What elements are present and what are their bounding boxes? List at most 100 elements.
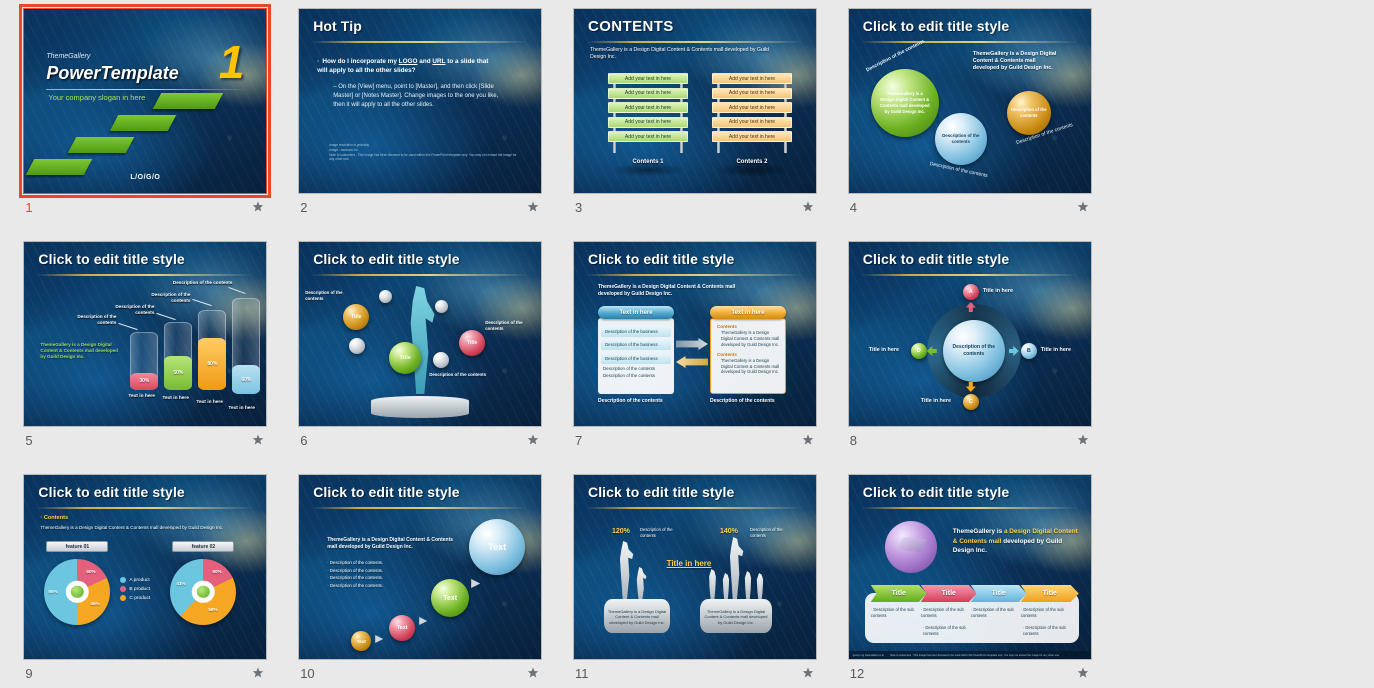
pie2-value-c: 58% [208, 607, 218, 612]
node-silver-2 [435, 300, 449, 313]
slide-meta-3: 3 [573, 194, 817, 218]
laptop-icon [896, 537, 927, 553]
slide-canvas-3[interactable]: CONTENTS ThemeGallery is a Design Digita… [572, 8, 817, 194]
sub-text: Description of the sub contents [1020, 607, 1064, 619]
slide-thumb-4[interactable]: Click to edit title style ThemeGallery i… [832, 8, 1107, 241]
silhouette-child-left [636, 567, 647, 603]
star-animation-icon[interactable] [1076, 200, 1090, 214]
slide-canvas-10[interactable]: Click to edit title style ThemeGallery i… [298, 474, 543, 660]
paragraph: ThemeGallery is a Design Digital Content… [953, 527, 1079, 556]
leader-1 [118, 322, 139, 331]
step-1 [26, 159, 93, 175]
slide-meta-5: 5 [23, 427, 267, 451]
slogan-text: Your company slogan in here [48, 93, 146, 102]
star-animation-icon[interactable] [251, 666, 265, 680]
star-animation-icon[interactable] [526, 200, 540, 214]
tab-feature-01[interactable]: feature 01 [46, 541, 109, 552]
slide-thumb-6[interactable]: Click to edit title style Description of… [283, 241, 558, 474]
star-animation-icon[interactable] [526, 433, 540, 447]
star-animation-icon[interactable] [251, 200, 265, 214]
sphere-orange-text: Text [351, 631, 372, 651]
slide-meta-2: 2 [298, 194, 542, 218]
star-animation-icon[interactable] [801, 433, 815, 447]
para-c: Contents mall [959, 537, 1002, 545]
laptop-badge-icon [884, 521, 937, 573]
slide-meta-9: 9 [23, 660, 267, 684]
sub-text: Description of the sub contents [922, 625, 966, 637]
bullet-primary: · How do I incorporate my LOGO and URL to… [317, 58, 489, 75]
signpost-right: Add your text in here Add your text in h… [711, 73, 792, 153]
slide-canvas-4[interactable]: Click to edit title style ThemeGallery i… [847, 8, 1092, 194]
sphere-green: ThemeGallery is a Design Digital Content… [870, 69, 939, 137]
sub-text-4b: · Description of the sub contents [1022, 625, 1066, 637]
title-rule [585, 41, 804, 43]
slide-thumb-5[interactable]: Click to edit title style ThemeGallery i… [8, 241, 283, 474]
left-card: Description of the business Description … [597, 318, 674, 394]
leader-3 [192, 298, 213, 307]
slide-canvas-11[interactable]: Click to edit title style 120% Descripti… [572, 474, 817, 660]
slide-thumb-8[interactable]: Click to edit title style Description of… [832, 241, 1107, 474]
slide-meta-7: 7 [573, 427, 817, 451]
slide-thumb-7[interactable]: Click to edit title style ThemeGallery i… [558, 241, 833, 474]
right-body: ThemeGallery is a Design Digital Content… [720, 357, 780, 375]
star-animation-icon[interactable] [1076, 433, 1090, 447]
node-a: A [962, 284, 979, 300]
slide-thumb-11[interactable]: Click to edit title style 120% Descripti… [558, 474, 833, 688]
chevron-3: Title [970, 585, 1027, 602]
slide-thumb-12[interactable]: Click to edit title style ThemeGallery i… [832, 474, 1107, 688]
contents-label-text: Contents [43, 515, 69, 521]
pct-right: 140% [719, 528, 738, 535]
star-animation-icon[interactable] [801, 666, 815, 680]
center-title: Title in here [666, 559, 712, 568]
cylinder-3: 80% [198, 310, 227, 390]
chevron-2: Title [920, 585, 977, 602]
slide-number: 12 [849, 665, 865, 681]
node-red: Title [459, 330, 486, 356]
star-animation-icon[interactable] [801, 200, 815, 214]
slide-canvas-2[interactable]: Hot Tip · How do I incorporate my LOGO an… [298, 8, 543, 194]
tab-feature-02[interactable]: feature 02 [172, 541, 235, 552]
footer-bar: gooey mg www.slides.co.kr Note to custom… [848, 651, 1091, 659]
slide-thumb-3[interactable]: CONTENTS ThemeGallery is a Design Digita… [558, 8, 833, 241]
label-left: Description of the contents [305, 290, 343, 301]
star-animation-icon[interactable] [251, 433, 265, 447]
foot-left: Description of the contents [597, 398, 663, 404]
slide-canvas-7[interactable]: Click to edit title style ThemeGallery i… [572, 241, 817, 427]
bullet-item: · Description of the contents. [327, 575, 384, 581]
sub-text-2b: · Description of the sub contents [922, 625, 966, 637]
label-right: Description of the contents [485, 320, 523, 331]
left-item: Description of the business [600, 352, 671, 364]
slide-canvas-9[interactable]: Click to edit title style · Contents The… [23, 474, 268, 660]
slide-canvas-1[interactable]: 1 ThemeGallery PowerTemplate Your compan… [19, 4, 272, 198]
cyl-label-4: Text in here [228, 406, 255, 411]
legend-label: B product [129, 586, 150, 592]
paragraph: ThemeGallery is a Design Digital Content… [327, 537, 454, 550]
slide-title: CONTENTS [587, 18, 674, 35]
donut-center-dot [197, 585, 210, 599]
slide-title: Click to edit title style [587, 484, 735, 500]
slide-thumb-10[interactable]: Click to edit title style ThemeGallery i… [283, 474, 558, 688]
step-4 [153, 93, 224, 109]
paragraph: ThemeGallery is a Design Digital Content… [972, 51, 1057, 72]
slide-meta-1: 1 [23, 194, 267, 218]
slide-number: 4 [849, 199, 858, 215]
slide-number: 7 [574, 432, 583, 448]
star-animation-icon[interactable] [526, 666, 540, 680]
node-silver-1 [379, 290, 393, 303]
right-body: ThemeGallery is a Design Digital Content… [720, 330, 780, 347]
title-rule [311, 274, 530, 276]
slide-thumb-9[interactable]: Click to edit title style · Contents The… [8, 474, 283, 688]
cylinder-chart-slide: Click to edit title style ThemeGallery i… [24, 242, 267, 426]
slide-thumb-1[interactable]: 1 ThemeGallery PowerTemplate Your compan… [8, 4, 283, 241]
star-animation-icon[interactable] [1076, 666, 1090, 680]
slide-thumb-2[interactable]: Hot Tip · How do I incorporate my LOGO an… [283, 8, 558, 241]
slide-canvas-5[interactable]: Click to edit title style ThemeGallery i… [23, 241, 268, 427]
cylinder-fill: 60% [232, 365, 261, 394]
slide-canvas-6[interactable]: Click to edit title style Description of… [298, 241, 543, 427]
slide-number: 11 [574, 665, 589, 681]
slide-meta-11: 11 [573, 660, 817, 684]
slide-canvas-12[interactable]: Click to edit title style ThemeGallery i… [847, 474, 1092, 660]
contents-label: · Contents [40, 515, 69, 521]
slide-canvas-8[interactable]: Click to edit title style Description of… [847, 241, 1092, 427]
slide-title: Click to edit title style [313, 484, 460, 500]
